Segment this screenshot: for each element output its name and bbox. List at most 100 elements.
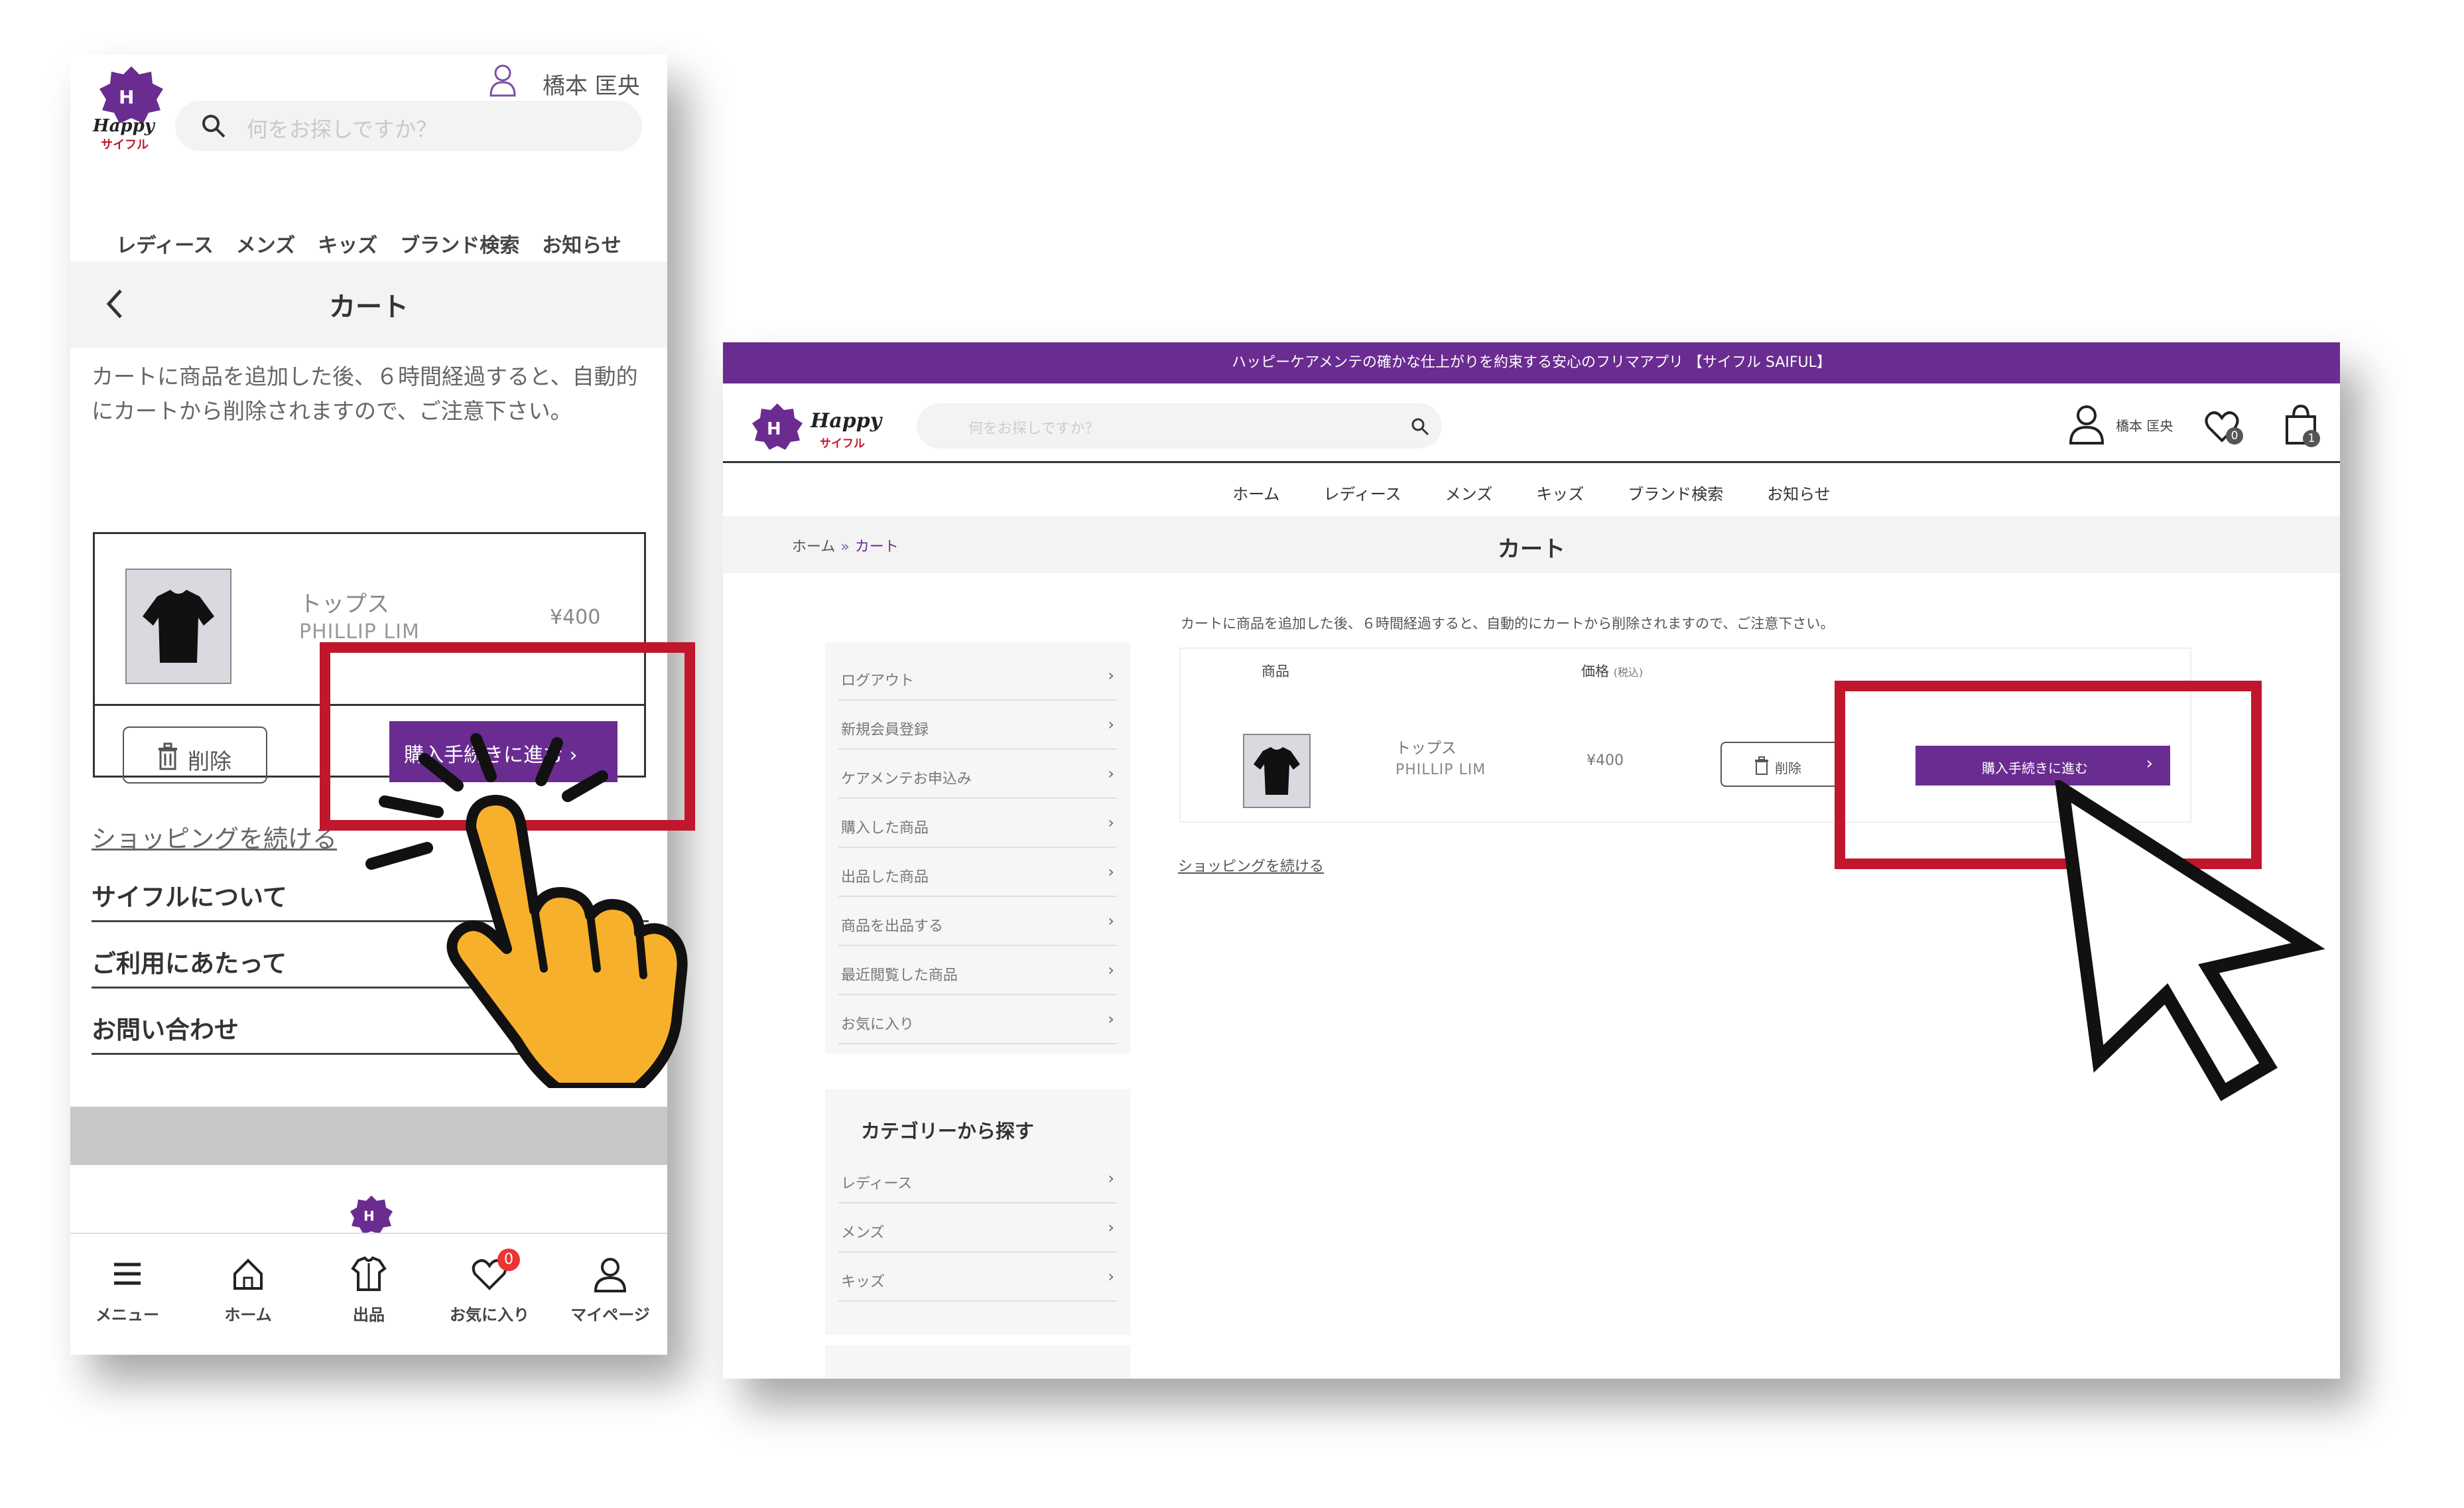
account-sidebar: ログアウト › 新規会員登録 › ケアメンテお申込み › 購入した商品 › 出品した商品…	[825, 642, 1130, 1054]
chevron-right-icon: ›	[1108, 912, 1114, 930]
sidebar-item-sell[interactable]: 商品を出品する ›	[838, 897, 1117, 946]
sidebar-item-care-maintenance[interactable]: ケアメンテお申込み ›	[838, 750, 1117, 799]
bottom-tab-bar: メニュー ホーム 出品 0 お気に入り マイページ	[70, 1233, 667, 1355]
delete-label: 削除	[1775, 760, 1801, 776]
svg-text:H: H	[119, 86, 134, 108]
nav-mens[interactable]: メンズ	[1445, 481, 1493, 504]
home-icon	[233, 1259, 263, 1290]
category-ladies[interactable]: レディース ›	[838, 1154, 1117, 1203]
user-icon	[594, 1258, 627, 1292]
nav-brand-search[interactable]: ブランド検索	[1628, 481, 1723, 504]
nav-mens[interactable]: メンズ	[236, 229, 295, 258]
highlight-box-mobile	[320, 642, 695, 831]
footer-link-contact[interactable]: お問い合わせ	[92, 989, 649, 1055]
happy-saiful-logo[interactable]: H Happy サイフル	[751, 398, 897, 456]
cart-notice: カートに商品を追加した後、６時間経過すると、自動的にカートから削除されますので、…	[1181, 616, 1835, 632]
sidebar-item-favorites[interactable]: お気に入り ›	[838, 995, 1117, 1044]
search-icon[interactable]	[1410, 417, 1430, 437]
menu-icon	[114, 1263, 141, 1285]
favorites-button[interactable]: 0	[2203, 407, 2243, 445]
product-brand: PHILLIP LIM	[1395, 762, 1486, 778]
tab-mypage[interactable]: マイページ	[564, 1254, 657, 1325]
svg-text:サイフル: サイフル	[101, 138, 149, 152]
category-mens[interactable]: メンズ ›	[838, 1203, 1117, 1253]
sell-shirt-icon	[351, 1256, 387, 1291]
footer-divider	[70, 1107, 667, 1165]
chevron-right-icon: ›	[1108, 862, 1114, 881]
nav-brand-search[interactable]: ブランド検索	[400, 229, 519, 258]
user-name[interactable]: 橋本 匡央	[2116, 415, 2173, 435]
promo-banner: ハッピーケアメンテの確かな仕上がりを約束する安心のフリマアプリ 【サイフル SA…	[723, 342, 2340, 383]
cart-button[interactable]: 1	[2283, 403, 2321, 447]
continue-shopping-link[interactable]: ショッピングを続ける	[92, 819, 337, 855]
nav-kids[interactable]: キッズ	[1536, 481, 1584, 504]
category-title: カテゴリーから探す	[861, 1120, 1035, 1142]
chevron-right-icon: ›	[1108, 1169, 1114, 1188]
nav-news[interactable]: お知らせ	[542, 229, 621, 258]
footer-link-usage[interactable]: ご利用にあたって	[92, 922, 649, 989]
cart-header: カート	[70, 261, 667, 348]
product-price: ¥400	[1587, 752, 1624, 769]
search-placeholder: 何をお探しですか？	[968, 421, 1100, 437]
user-icon[interactable]	[488, 62, 517, 97]
delete-button[interactable]: 削除	[1720, 742, 1840, 787]
sidebar-item-purchased[interactable]: 購入した商品 ›	[838, 799, 1117, 848]
page-title: カート	[329, 292, 409, 322]
product-price: ¥400	[550, 606, 601, 629]
user-name[interactable]: 橋本 匡央	[543, 68, 640, 100]
tab-sell[interactable]: 出品	[322, 1254, 415, 1325]
product-thumbnail[interactable]	[125, 569, 231, 684]
column-header-price: 価格 (税込)	[1581, 663, 1644, 679]
user-icon[interactable]	[2068, 403, 2105, 445]
chevron-right-icon: ›	[1108, 666, 1114, 685]
search-icon	[202, 115, 226, 138]
chevron-right-icon: ›	[1108, 961, 1114, 979]
sidebar-item-recent[interactable]: 最近閲覧した商品 ›	[838, 946, 1117, 995]
tshirt-image	[143, 590, 214, 663]
chevron-right-icon: ›	[1108, 1218, 1114, 1237]
nav-home[interactable]: ホーム	[1232, 481, 1279, 504]
main-nav: ホーム レディース メンズ キッズ ブランド検索 お知らせ	[723, 466, 2340, 519]
sidebar-item-listed[interactable]: 出品した商品 ›	[838, 848, 1117, 897]
svg-text:サイフル: サイフル	[820, 437, 865, 450]
nav-news[interactable]: お知らせ	[1767, 481, 1831, 504]
chevron-right-icon: ›	[1108, 1267, 1114, 1286]
svg-text:H: H	[363, 1208, 375, 1224]
delete-label: 削除	[188, 748, 231, 774]
nav-kids[interactable]: キッズ	[318, 229, 377, 258]
continue-shopping-link[interactable]: ショッピングを続ける	[1178, 855, 1324, 876]
category-kids[interactable]: キッズ ›	[838, 1253, 1117, 1302]
trash-icon	[159, 742, 177, 770]
svg-text:Happy: Happy	[810, 409, 883, 433]
search-input[interactable]: 何をお探しですか？	[917, 403, 1442, 448]
page-title: カート	[1498, 536, 1565, 563]
site-header: H Happy サイフル 何をお探しですか？ 橋本 匡央 0 1	[723, 383, 2340, 463]
cart-count-badge: 1	[2303, 430, 2320, 447]
tab-menu[interactable]: メニュー	[81, 1254, 174, 1325]
sidebar-block	[825, 1345, 1130, 1379]
delete-button[interactable]: 削除	[123, 726, 267, 784]
highlight-box-desktop	[1835, 681, 2262, 869]
product-name: トップス	[299, 591, 389, 618]
nav-ladies[interactable]: レディース	[116, 229, 213, 258]
tab-home[interactable]: ホーム	[202, 1254, 294, 1325]
nav-ladies[interactable]: レディース	[1324, 481, 1401, 504]
sidebar-item-register[interactable]: 新規会員登録 ›	[838, 701, 1117, 750]
chevron-right-icon: ›	[1108, 715, 1114, 734]
happy-saiful-logo[interactable]: H Happy サイフル	[89, 62, 174, 153]
footer-link-about[interactable]: サイフルについて	[92, 856, 649, 922]
favorites-badge: 0	[497, 1249, 520, 1271]
trash-icon	[1755, 756, 1768, 775]
chevron-right-icon: ›	[1108, 764, 1114, 783]
tshirt-image	[1254, 747, 1300, 795]
product-thumbnail[interactable]	[1243, 734, 1311, 808]
chevron-right-icon: ›	[1108, 813, 1114, 832]
svg-text:H: H	[767, 419, 781, 439]
svg-text:Happy: Happy	[92, 116, 156, 136]
tab-favorites[interactable]: 0 お気に入り	[443, 1249, 536, 1325]
search-input[interactable]: 何をお探しですか？	[175, 101, 642, 151]
favorites-count-badge: 0	[2226, 427, 2243, 445]
sidebar-item-logout[interactable]: ログアウト ›	[838, 651, 1117, 701]
product-name: トップス	[1395, 740, 1457, 757]
breadcrumb-bar: ホーム» カート カート	[723, 516, 2340, 573]
